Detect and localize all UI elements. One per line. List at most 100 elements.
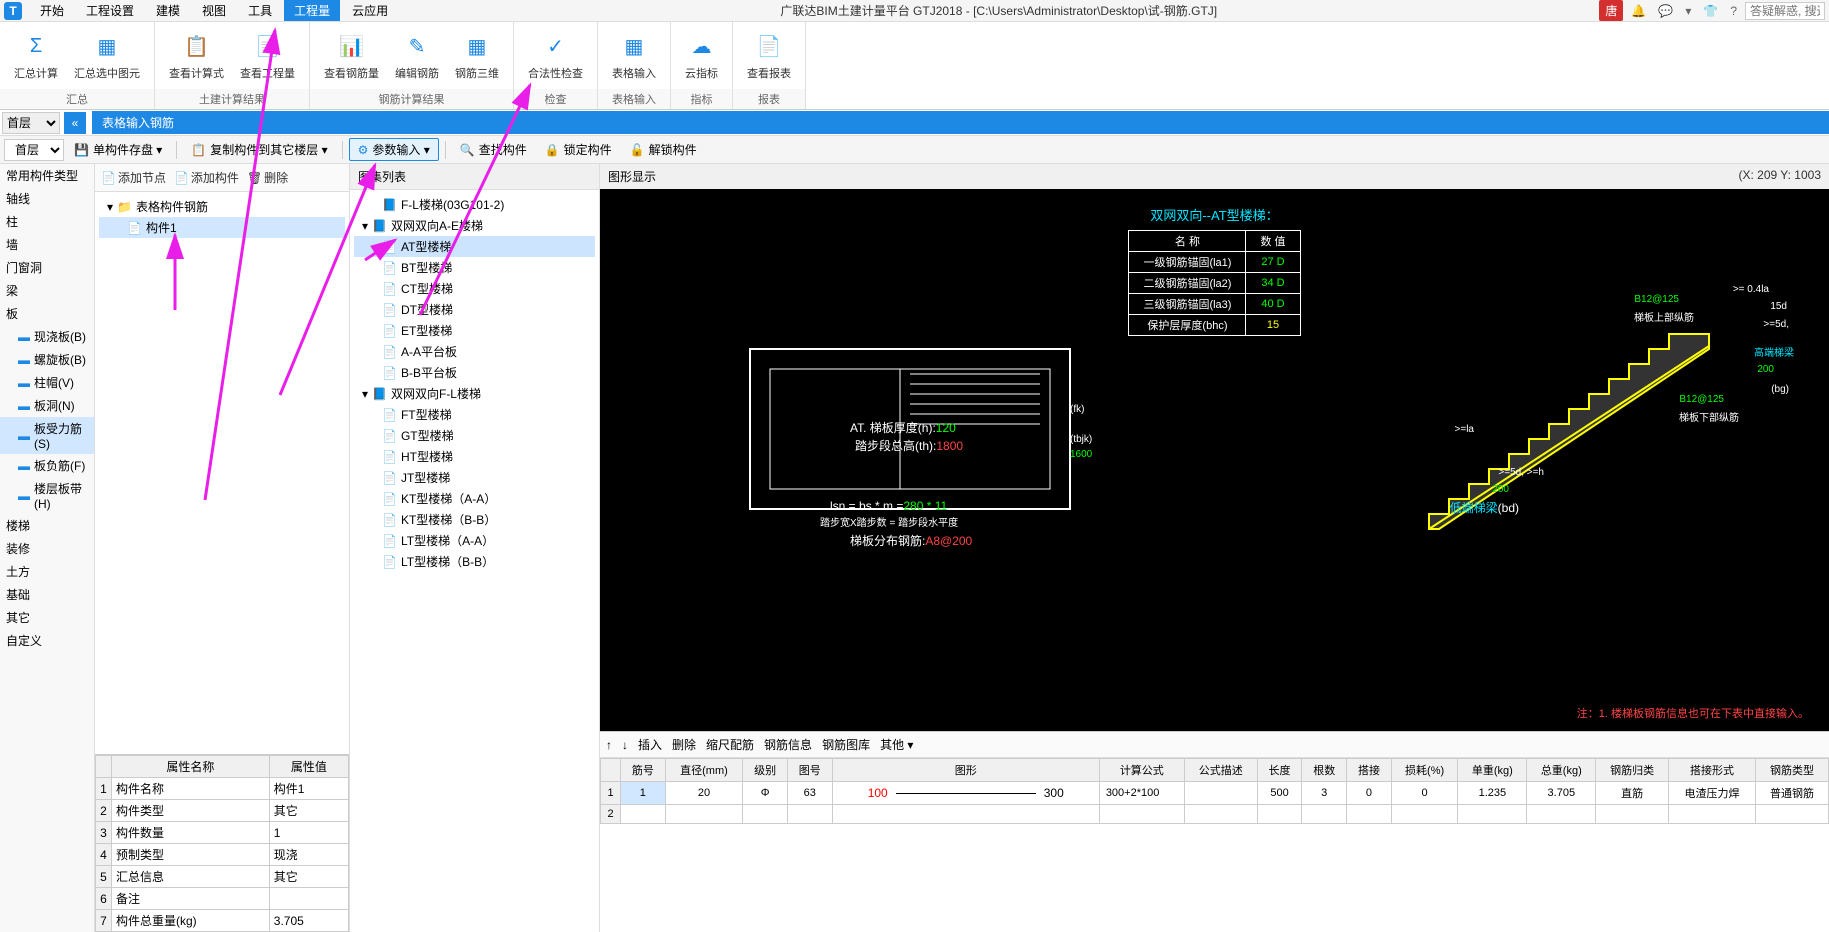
cat-楼梯[interactable]: 楼梯 (0, 514, 94, 537)
diagram-canvas[interactable]: 双网双向--AT型楼梯： 名 称数 值一级钢筋锚固(la1)27 D二级钢筋锚固… (600, 189, 1829, 731)
add-component-button[interactable]: 📄 添加构件 (174, 169, 239, 186)
cat-柱帽(V)[interactable]: ▬ 柱帽(V) (0, 371, 94, 394)
template-LT型楼梯（A-A）[interactable]: 📄 LT型楼梯（A-A） (354, 530, 595, 551)
cat-板洞(N)[interactable]: ▬ 板洞(N) (0, 394, 94, 417)
top-rebar-label: 梯板上部纵筋 (1634, 309, 1694, 324)
template-FT型楼梯[interactable]: 📄 FT型楼梯 (354, 404, 595, 425)
bell-icon[interactable]: 🔔 (1627, 2, 1650, 20)
template-GT型楼梯[interactable]: 📄 GT型楼梯 (354, 425, 595, 446)
d5-label: >=5d, >=h (1498, 467, 1544, 478)
template-A-A平台板[interactable]: 📄 A-A平台板 (354, 341, 595, 362)
rebar-btn-删除[interactable]: 删除 (672, 736, 696, 753)
template-F-L楼梯(03G101-2)[interactable]: 📘 F-L楼梯(03G101-2) (354, 194, 595, 215)
cat-常用构件类型[interactable]: 常用构件类型 (0, 164, 94, 187)
rebar-btn-其他 ▾[interactable]: 其他 ▾ (880, 736, 913, 753)
rebar-btn-↓[interactable]: ↓ (622, 738, 628, 752)
menu-云应用[interactable]: 云应用 (342, 0, 398, 21)
chat-icon[interactable]: 💬 (1654, 2, 1677, 20)
cat-其它[interactable]: 其它 (0, 606, 94, 629)
cat-板负筋(F)[interactable]: ▬ 板负筋(F) (0, 454, 94, 477)
add-node-button[interactable]: 📄 添加节点 (101, 169, 166, 186)
ribbon-查看报表[interactable]: 📄查看报表 (741, 29, 797, 83)
prop-row[interactable]: 3构件数量1 (96, 822, 349, 844)
prop-row[interactable]: 4预制类型现浇 (96, 844, 349, 866)
ribbon-汇总选中图元[interactable]: ▦汇总选中图元 (68, 29, 146, 83)
template-双网双向F-L楼梯[interactable]: ▾ 📘 双网双向F-L楼梯 (354, 383, 595, 404)
cat-土方[interactable]: 土方 (0, 560, 94, 583)
rebar-btn-缩尺配筋[interactable]: 缩尺配筋 (706, 736, 754, 753)
menu-开始[interactable]: 开始 (30, 0, 74, 21)
prop-row[interactable]: 2构件类型其它 (96, 800, 349, 822)
search-input[interactable] (1745, 2, 1825, 20)
menu-工程量[interactable]: 工程量 (284, 0, 340, 21)
tree-item[interactable]: 📄 构件1 (99, 217, 345, 238)
template-双网双向A-E楼梯[interactable]: ▾ 📘 双网双向A-E楼梯 (354, 215, 595, 236)
template-LT型楼梯（B-B）[interactable]: 📄 LT型楼梯（B-B） (354, 551, 595, 572)
cat-轴线[interactable]: 轴线 (0, 187, 94, 210)
rebar-row-empty[interactable]: 2 (601, 805, 1829, 824)
context-label: 表格输入钢筋 (92, 111, 1829, 134)
cat-装修[interactable]: 装修 (0, 537, 94, 560)
toolbar-复制构件到其它楼层[interactable]: 📋 复制构件到其它楼层 ▾ (183, 139, 335, 160)
ribbon-查看钢筋量[interactable]: 📊查看钢筋量 (318, 29, 385, 83)
rebar-btn-↑[interactable]: ↑ (606, 738, 612, 752)
template-HT型楼梯[interactable]: 📄 HT型楼梯 (354, 446, 595, 467)
template-B-B平台板[interactable]: 📄 B-B平台板 (354, 362, 595, 383)
help-icon[interactable]: ? (1726, 2, 1741, 20)
prop-row[interactable]: 6备注 (96, 888, 349, 910)
template-KT型楼梯（A-A）[interactable]: 📄 KT型楼梯（A-A） (354, 488, 595, 509)
template-DT型楼梯[interactable]: 📄 DT型楼梯 (354, 299, 595, 320)
ribbon-钢筋三维[interactable]: ▦钢筋三维 (449, 29, 505, 83)
toolbar-锁定构件[interactable]: 🔒 锁定构件 (537, 139, 620, 160)
prop-row[interactable]: 7构件总重量(kg)3.705 (96, 910, 349, 932)
cat-自定义[interactable]: 自定义 (0, 629, 94, 652)
floor-select-small[interactable]: 首层 (2, 112, 60, 134)
template-KT型楼梯（B-B）[interactable]: 📄 KT型楼梯（B-B） (354, 509, 595, 530)
cat-门窗洞[interactable]: 门窗洞 (0, 256, 94, 279)
ribbon-查看计算式[interactable]: 📋查看计算式 (163, 29, 230, 83)
ribbon-汇总计算[interactable]: Σ汇总计算 (8, 29, 64, 83)
cat-板受力筋(S)[interactable]: ▬ 板受力筋(S) (0, 417, 94, 454)
toolbar-参数输入[interactable]: ⚙ 参数输入 ▾ (349, 138, 439, 161)
template-ET型楼梯[interactable]: 📄 ET型楼梯 (354, 320, 595, 341)
prop-row[interactable]: 1构件名称构件1 (96, 778, 349, 800)
template-CT型楼梯[interactable]: 📄 CT型楼梯 (354, 278, 595, 299)
cat-柱[interactable]: 柱 (0, 210, 94, 233)
rebar-row[interactable]: 1120Φ63100300300+2*1005003001.2353.705直筋… (601, 782, 1829, 805)
template-JT型楼梯[interactable]: 📄 JT型楼梯 (354, 467, 595, 488)
ribbon-编辑钢筋[interactable]: ✎编辑钢筋 (389, 29, 445, 83)
down-icon[interactable]: ▾ (1681, 2, 1695, 20)
cat-基础[interactable]: 基础 (0, 583, 94, 606)
delete-button[interactable]: 🗑 删除 (247, 169, 288, 186)
menu-建模[interactable]: 建模 (146, 0, 190, 21)
menu-视图[interactable]: 视图 (192, 0, 236, 21)
toolbar-查找构件[interactable]: 🔍 查找构件 (452, 139, 535, 160)
user-badge[interactable]: 唐 (1599, 0, 1623, 21)
cat-梁[interactable]: 梁 (0, 279, 94, 302)
rebar-btn-钢筋信息[interactable]: 钢筋信息 (764, 736, 812, 753)
skin-icon[interactable]: 👕 (1699, 2, 1722, 20)
template-BT型楼梯[interactable]: 📄 BT型楼梯 (354, 257, 595, 278)
arrow-icon[interactable]: « (64, 112, 86, 134)
cat-楼层板带(H)[interactable]: ▬ 楼层板带(H) (0, 477, 94, 514)
cat-螺旋板(B)[interactable]: ▬ 螺旋板(B) (0, 348, 94, 371)
rebar-btn-钢筋图库[interactable]: 钢筋图库 (822, 736, 870, 753)
cat-板[interactable]: 板 (0, 302, 94, 325)
ribbon-查看工程量[interactable]: 📄查看工程量 (234, 29, 301, 83)
ribbon-云指标[interactable]: ☁云指标 (679, 29, 724, 83)
tree-root[interactable]: ▾ 📁 表格构件钢筋 (99, 196, 345, 217)
floor-select[interactable]: 首层 (4, 139, 64, 161)
template-AT型楼梯[interactable]: 📄 AT型楼梯 (354, 236, 595, 257)
prop-row[interactable]: 5汇总信息其它 (96, 866, 349, 888)
toolbar-解锁构件[interactable]: 🔓 解锁构件 (622, 139, 705, 160)
menu-工程设置[interactable]: 工程设置 (76, 0, 144, 21)
toolbar-单构件存盘[interactable]: 💾 单构件存盘 ▾ (66, 139, 170, 160)
menu-工具[interactable]: 工具 (238, 0, 282, 21)
cat-墙[interactable]: 墙 (0, 233, 94, 256)
ribbon-表格输入[interactable]: ▦表格输入 (606, 29, 662, 83)
diagram-area: 图形显示 (X: 209 Y: 1003 双网双向--AT型楼梯： 名 称数 值… (600, 164, 1829, 732)
ribbon-合法性检查[interactable]: ✓合法性检查 (522, 29, 589, 83)
step-formula: 踏步宽X踏步数 = 踏步段水平度 (820, 514, 958, 529)
cat-现浇板(B)[interactable]: ▬ 现浇板(B) (0, 325, 94, 348)
rebar-btn-插入[interactable]: 插入 (638, 736, 662, 753)
